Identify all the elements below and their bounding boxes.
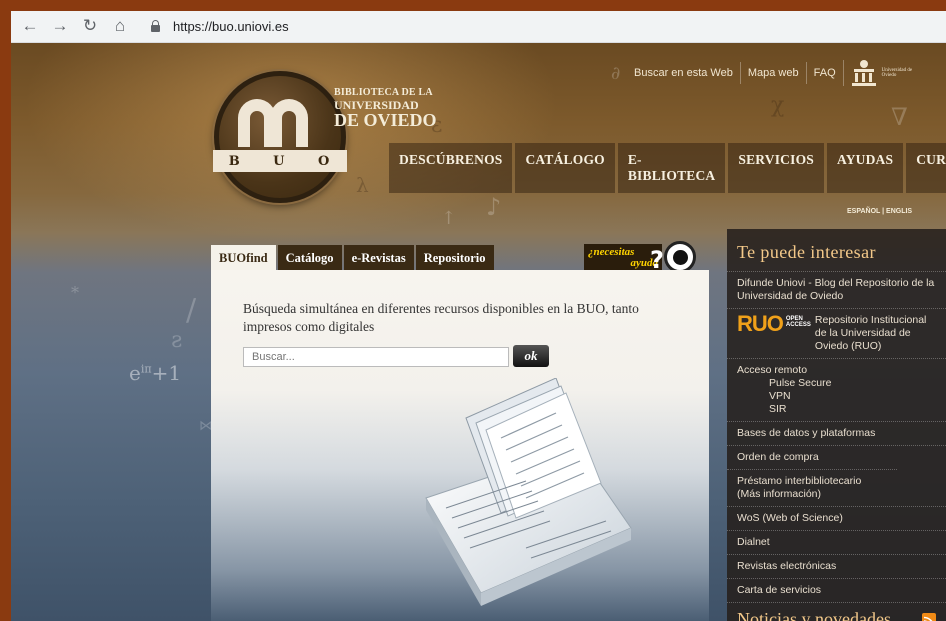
sidebar-dialnet-link[interactable]: Dialnet xyxy=(727,530,946,554)
sidebar-databases-link[interactable]: Bases de datos y plataformas xyxy=(727,421,946,445)
search-ok-button[interactable]: ok xyxy=(513,345,549,367)
sidebar-blog-link[interactable]: Difunde Uniovi - Blog del Repositorio de… xyxy=(727,271,946,308)
sitemap-link[interactable]: Mapa web xyxy=(739,62,806,84)
home-icon[interactable]: ⌂ xyxy=(111,17,129,35)
ruo-logo: RUO xyxy=(737,311,784,336)
faq-link[interactable]: FAQ xyxy=(805,62,843,84)
reload-icon[interactable]: ↻ xyxy=(81,17,99,35)
library-title: BIBLIOTECA DE LA UNIVERSIDAD DE OVIEDO xyxy=(334,87,437,131)
address-bar[interactable]: https://buo.uniovi.es xyxy=(143,15,943,38)
search-description: Búsqueda simultánea en diferentes recurs… xyxy=(243,301,639,334)
tab-repositorio[interactable]: Repositorio xyxy=(415,245,494,272)
decorative-glyph: * xyxy=(71,283,79,302)
browser-toolbar: ← → ↻ ⌂ https://buo.uniovi.es xyxy=(11,11,946,43)
tab-catalogo[interactable]: Catálogo xyxy=(277,245,342,272)
book-illustration xyxy=(425,378,632,606)
decorative-glyph: χ xyxy=(771,93,785,118)
sidebar-service-charter-link[interactable]: Carta de servicios xyxy=(727,578,946,602)
help-line2: ayuda xyxy=(630,257,659,269)
search-site-link[interactable]: Buscar en esta Web xyxy=(627,62,740,84)
nav-catalogo[interactable]: CATÁLOGO xyxy=(515,143,615,193)
badge-line2: ACCESS xyxy=(785,322,811,328)
utility-links: Buscar en esta Web Mapa web FAQ Universi… xyxy=(627,60,924,86)
lock-icon xyxy=(151,20,160,32)
decorative-glyph: ∇ xyxy=(891,103,908,131)
title-line3: DE OVIEDO xyxy=(334,110,437,131)
university-crest-icon xyxy=(850,60,878,86)
nav-descubrenos[interactable]: DESCÚBRENOS xyxy=(389,143,513,193)
nav-ayudas[interactable]: AYUDAS xyxy=(826,143,904,193)
tab-e-revistas[interactable]: e-Revistas xyxy=(343,245,414,272)
logo-m-mark xyxy=(238,99,320,147)
library-homepage: ε ∂ χ ∇ λ ♪ ↑ ∕ ƨ eiπ+1 ⋈ * B U O BIBLIO… xyxy=(11,43,946,621)
open-access-badge: OPEN ACCESS xyxy=(786,316,811,328)
sidebar-ejournals-link[interactable]: Revistas electrónicas xyxy=(727,554,946,578)
nav-servicios[interactable]: SERVICIOS xyxy=(728,143,824,193)
arrow-left-icon[interactable]: ← xyxy=(21,17,39,35)
sidebar-ruo-link[interactable]: RUO OPEN ACCESS Repositorio Instituciona… xyxy=(727,308,946,358)
decorative-glyph: ♪ xyxy=(486,193,502,221)
search-tabs: BUOfind Catálogo e-Revistas Repositorio xyxy=(211,245,496,272)
logo-letter: U xyxy=(273,153,287,169)
sidebar-wos-link[interactable]: WoS (Web of Science) xyxy=(727,506,946,530)
eye-icon xyxy=(664,241,696,273)
sidebar-remote-access: Acceso remoto Pulse Secure VPN SIR xyxy=(727,358,946,421)
help-line1: ¿necesitas xyxy=(588,246,635,258)
decorative-glyph: λ xyxy=(356,173,369,197)
sidebar-purchase-order-link[interactable]: Orden de compra xyxy=(727,445,946,469)
buo-logo[interactable]: B U O xyxy=(213,71,347,203)
tab-buofind[interactable]: BUOfind xyxy=(211,245,276,272)
rss-icon[interactable] xyxy=(922,613,936,621)
remote-sir-link[interactable]: SIR xyxy=(737,403,936,416)
url-text: https://buo.uniovi.es xyxy=(173,19,289,34)
main-navigation: DESCÚBRENOS CATÁLOGO E-BIBLIOTECA SERVIC… xyxy=(389,143,946,193)
language-switch[interactable]: ESPAÑOL | ENGLIS xyxy=(847,208,912,215)
decorative-glyph: ƨ xyxy=(171,328,183,353)
logo-letter: B xyxy=(228,153,242,169)
sidebar-title: Te puede interesar xyxy=(737,242,876,262)
nav-e-biblioteca[interactable]: E-BIBLIOTECA xyxy=(617,143,726,193)
decorative-glyph: eiπ+1 xyxy=(129,361,182,385)
remote-vpn-link[interactable]: VPN xyxy=(737,390,936,403)
title-line1: BIBLIOTECA DE LA xyxy=(334,87,433,98)
nav-cursos[interactable]: CURSOS xyxy=(906,143,946,193)
university-link[interactable]: Universidad de Oviedo xyxy=(842,60,924,86)
search-panel: Búsqueda simultánea en diferentes recurs… xyxy=(211,270,709,621)
arrow-right-icon[interactable]: → xyxy=(51,17,69,35)
news-header: Noticias y novedades xyxy=(727,602,946,621)
browser-window: ← → ↻ ⌂ https://buo.uniovi.es ε ∂ χ ∇ λ … xyxy=(11,11,946,621)
university-text: Universidad de Oviedo xyxy=(881,67,913,79)
logo-letter: O xyxy=(317,153,332,169)
remote-access-title: Acceso remoto xyxy=(737,364,808,376)
decorative-glyph: ∂ xyxy=(611,63,621,84)
remote-pulse-secure-link[interactable]: Pulse Secure xyxy=(737,377,936,390)
ruo-text: Repositorio Institucional de la Universi… xyxy=(814,314,927,352)
sidebar-interlibrary-loan-link[interactable]: Préstamo interbibliotecario (Más informa… xyxy=(727,469,897,506)
news-title[interactable]: Noticias y novedades xyxy=(737,609,891,621)
interest-sidebar: Te puede interesar Difunde Uniovi - Blog… xyxy=(727,229,946,621)
search-input[interactable] xyxy=(243,347,509,367)
decorative-glyph: ↑ xyxy=(441,208,457,229)
decorative-glyph: ∕ xyxy=(186,293,197,328)
logo-band: B U O xyxy=(213,150,347,172)
